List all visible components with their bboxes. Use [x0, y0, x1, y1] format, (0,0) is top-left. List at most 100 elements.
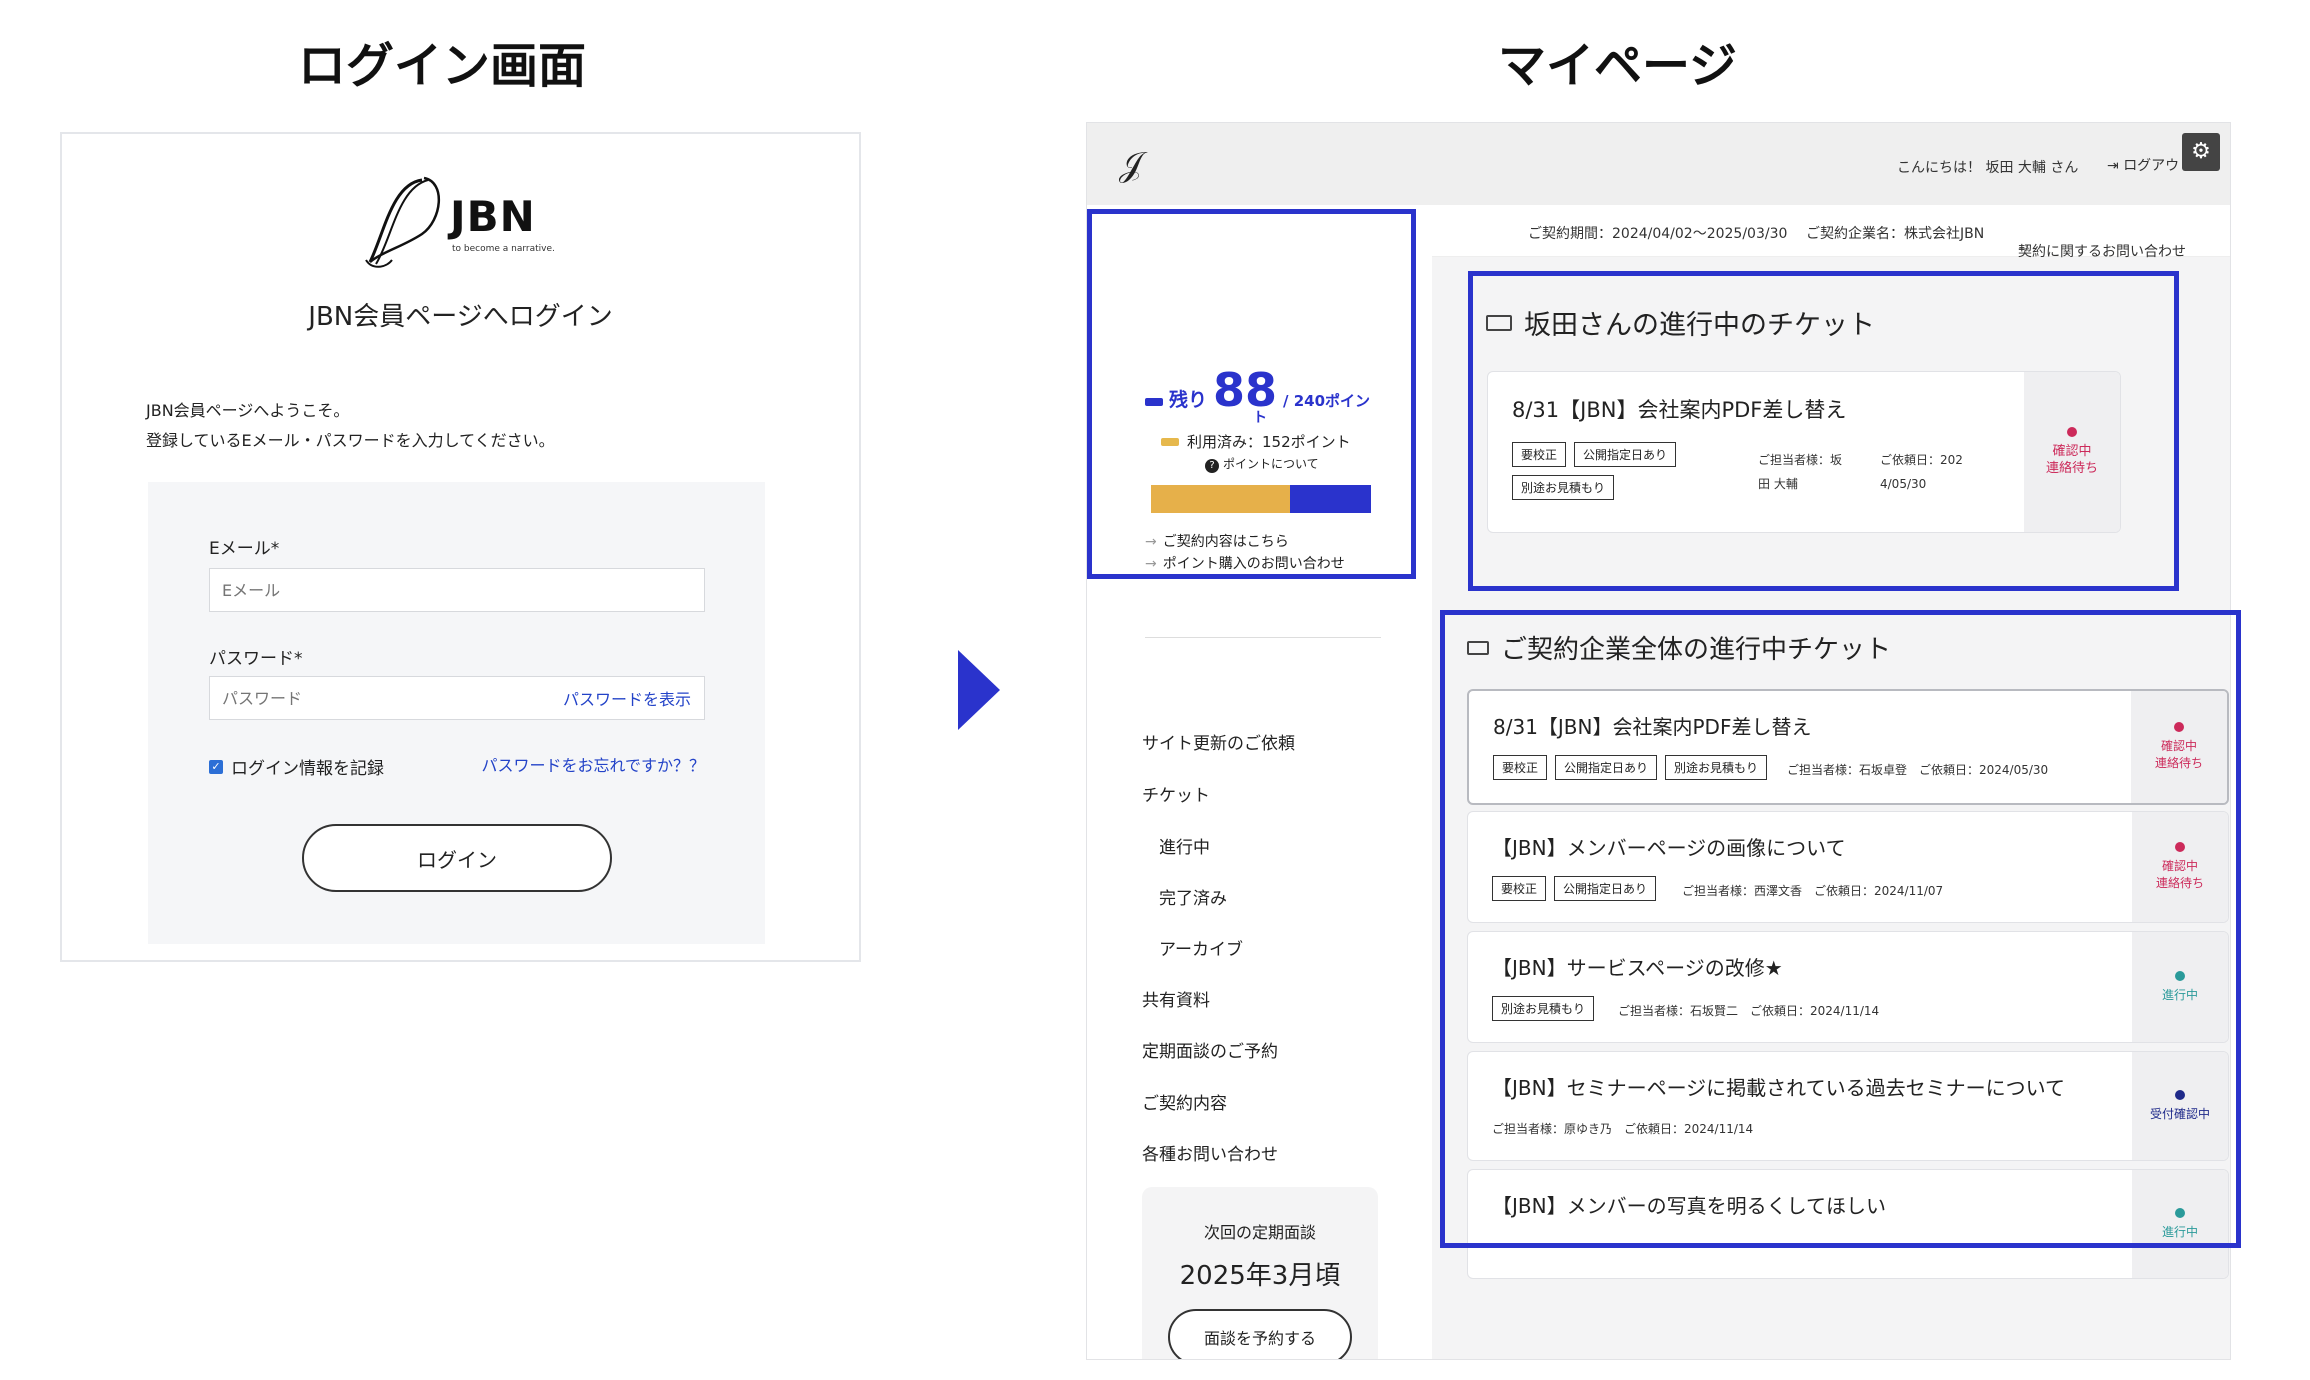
my-page-screen: 𝒥 こんにちは！ 坂田 大輔 さん ⇥ ログアウト ⚙ 残り 88 / 240ポ… [1086, 122, 2231, 1360]
remember-login[interactable]: ✓ ログイン情報を記録 [209, 754, 384, 779]
tag: 要校正 [1493, 755, 1548, 780]
login-title: JBN会員ページへログイン [308, 302, 613, 332]
logout-link[interactable]: ⇥ ログアウト [2107, 155, 2193, 175]
logout-icon: ⇥ [2107, 158, 2124, 174]
nav-in-progress[interactable]: 進行中 [1159, 833, 1210, 858]
about-points-link[interactable]: ? ポイントについて [1205, 455, 1319, 473]
next-meeting-label: 次回の定期面談 [1203, 1223, 1316, 1242]
company-tickets-title: ご契約企業全体の進行中チケット [1467, 629, 1891, 666]
company-tickets-title-text: ご契約企業全体の進行中チケット [1501, 635, 1892, 665]
tag: 別途お見積もり [1512, 475, 1615, 500]
ticket-tags: 要校正 公開指定日あり 別途お見積もり [1512, 442, 1732, 500]
tag: 公開指定日あり [1555, 755, 1658, 780]
my-tickets-title: 坂田さんの進行中のチケット [1486, 303, 1875, 342]
tag: 要校正 [1512, 442, 1567, 467]
ticket-tags: 要校正 公開指定日あり [1492, 876, 1657, 901]
assignee-line: 田 大輔 [1758, 477, 1798, 491]
contract-period: ご契約期間：2024/04/02〜2025/03/30 [1528, 226, 1788, 242]
forgot-password-link[interactable]: パスワードをお忘れですか？？ [481, 752, 705, 776]
ticket-status: 受付確認中 [2132, 1052, 2228, 1160]
book-meeting-button[interactable]: 面談を予約する [1168, 1309, 1352, 1359]
jbn-logo: JBN to become a narrative. [362, 174, 562, 274]
company-ticket-card[interactable]: 【JBN】セミナーページに掲載されている過去セミナーについて ご担当者様：原ゆき… [1467, 1051, 2229, 1161]
used-label: 利用済み：152ポイント [1187, 433, 1351, 451]
remaining-label: 残り [1169, 389, 1208, 411]
login-button[interactable]: ログイン [302, 824, 612, 892]
show-password-link[interactable]: パスワードを表示 [563, 686, 691, 710]
status-text: 確認中 連絡待ち [2154, 739, 2203, 770]
tag: 公開指定日あり [1574, 442, 1677, 467]
status-text: 受付確認中 [2149, 1106, 2210, 1121]
ticket-title: 【JBN】サービスページの改修★ [1492, 956, 1783, 980]
nav-completed[interactable]: 完了済み [1159, 884, 1227, 909]
status-dot-icon [2175, 1089, 2185, 1100]
login-intro: JBN会員ページへようこそ。 登録しているEメール・パスワードを入力してください… [146, 396, 555, 456]
contract-company: ご契約企業名：株式会社JBN [1806, 226, 1985, 242]
nav-contract[interactable]: ご契約内容 [1142, 1089, 1227, 1114]
total-points-wrap: ト [1253, 410, 1267, 426]
ticket-icon [1486, 314, 1512, 331]
ticket-title: 【JBN】セミナーページに掲載されている過去セミナーについて [1492, 1076, 2065, 1100]
status-text: 確認中 連絡待ち [2155, 859, 2204, 890]
email-field[interactable] [209, 568, 705, 612]
ticket-title: 8/31【JBN】会社案内PDF差し替え [1512, 398, 1847, 422]
sidebar: 残り 88 / 240ポイン ト 利用済み：152ポイント ? ポイントについて … [1087, 205, 1432, 1359]
next-meeting-card: 次回の定期面談 2025年3月頃 面談を予約する [1142, 1187, 1378, 1359]
remaining-legend-swatch [1145, 398, 1163, 406]
ticket-title: 【JBN】メンバーの写真を明るくしてほしい [1492, 1194, 1886, 1218]
nav-site-update[interactable]: サイト更新のご依頼 [1142, 729, 1295, 754]
contract-inquiry-label: 契約に関するお問い合わせ [2018, 244, 2186, 260]
status-dot-icon [2174, 722, 2184, 732]
question-icon: ? [1205, 459, 1219, 473]
points-card: 残り 88 / 240ポイン ト 利用済み：152ポイント ? ポイントについて … [1089, 295, 1416, 661]
nav-inquiries[interactable]: 各種お問い合わせ [1142, 1140, 1278, 1165]
tag: 別途お見積もり [1492, 996, 1595, 1021]
greeting: こんにちは！ 坂田 大輔 さん [1897, 160, 2079, 176]
logo-tagline: to become a narrative. [452, 244, 555, 254]
contract-details-label: ご契約内容はこちら [1162, 534, 1289, 550]
nav-shared-docs[interactable]: 共有資料 [1142, 986, 1210, 1011]
login-panel: JBN to become a narrative. JBN会員ページへログイン… [60, 132, 861, 962]
next-meeting-date: 2025年3月頃 [1179, 1261, 1341, 1291]
arrow-right-icon [958, 650, 1000, 730]
status-dot-icon [2175, 970, 2185, 981]
used-legend-swatch [1161, 437, 1179, 446]
status-text: 確認中 連絡待ち [2045, 444, 2098, 476]
login-form: Eメール* パスワード* パスワードを表示 ✓ ログイン情報を記録 パスワードを… [148, 482, 765, 944]
ticket-tags: 別途お見積もり [1492, 996, 1595, 1021]
tag: 公開指定日あり [1554, 876, 1657, 901]
assignee-line: ご担当者様：坂 [1758, 453, 1843, 467]
ticket-status: 確認中 連絡待ち [2132, 812, 2228, 922]
remember-checkbox[interactable]: ✓ [209, 759, 223, 774]
arrow-icon: → [1145, 556, 1157, 572]
purchase-points-link[interactable]: → ポイント購入のお問い合わせ [1145, 553, 1345, 573]
purchase-points-label: ポイント購入のお問い合わせ [1162, 556, 1345, 572]
company-ticket-card[interactable]: 【JBN】サービスページの改修★ 別途お見積もり ご担当者様：石坂賢二 ご依頼日… [1467, 931, 2229, 1043]
company-ticket-card[interactable]: 【JBN】メンバーページの画像について 要校正 公開指定日あり ご担当者様：西澤… [1467, 811, 2229, 923]
points-progress-bar [1151, 485, 1371, 513]
ticket-meta: ご担当者様：石坂卓登 ご依頼日：2024/05/30 [1787, 763, 2049, 777]
status-dot-icon [2175, 842, 2185, 852]
my-tickets-title-text: 坂田さんの進行中のチケット [1524, 310, 1875, 341]
ticket-status: 進行中 [2132, 1170, 2228, 1278]
mypage-header: 𝒥 こんにちは！ 坂田 大輔 さん ⇥ ログアウト ⚙ [1087, 123, 2230, 205]
date-line: 4/05/30 [1880, 477, 1927, 491]
contract-details-link[interactable]: → ご契約内容はこちら [1145, 531, 1289, 551]
hubspot-icon[interactable]: ⚙ [2182, 133, 2220, 171]
email-label: Eメール* [209, 539, 280, 559]
ticket-status: 確認中 連絡待ち [2131, 691, 2227, 803]
intro-line: JBN会員ページへようこそ。 [146, 401, 350, 420]
logo-text: JBN [450, 192, 536, 241]
password-label: パスワード* [209, 649, 303, 669]
nav-archive[interactable]: アーカイブ [1159, 935, 1243, 960]
ticket-meta: ご担当者様：西澤文香 ご依頼日：2024/11/07 [1682, 884, 1944, 898]
company-ticket-card[interactable]: 【JBN】メンバーの写真を明るくしてほしい 進行中 [1467, 1169, 2229, 1279]
company-ticket-card[interactable]: 8/31【JBN】会社案内PDF差し替え 要校正 公開指定日あり 別途お見積もり… [1467, 689, 2229, 805]
status-text: 進行中 [2161, 1224, 2198, 1239]
about-points-label: ポイントについて [1223, 457, 1319, 471]
my-ticket-card[interactable]: 8/31【JBN】会社案内PDF差し替え 要校正 公開指定日あり 別途お見積もり… [1487, 371, 2121, 533]
nav-tickets[interactable]: チケット [1142, 781, 1210, 806]
nav-meeting-booking[interactable]: 定期面談のご予約 [1142, 1037, 1278, 1062]
mypage-logo-icon[interactable]: 𝒥 [1119, 145, 1142, 185]
ticket-title: 8/31【JBN】会社案内PDF差し替え [1493, 715, 1812, 739]
